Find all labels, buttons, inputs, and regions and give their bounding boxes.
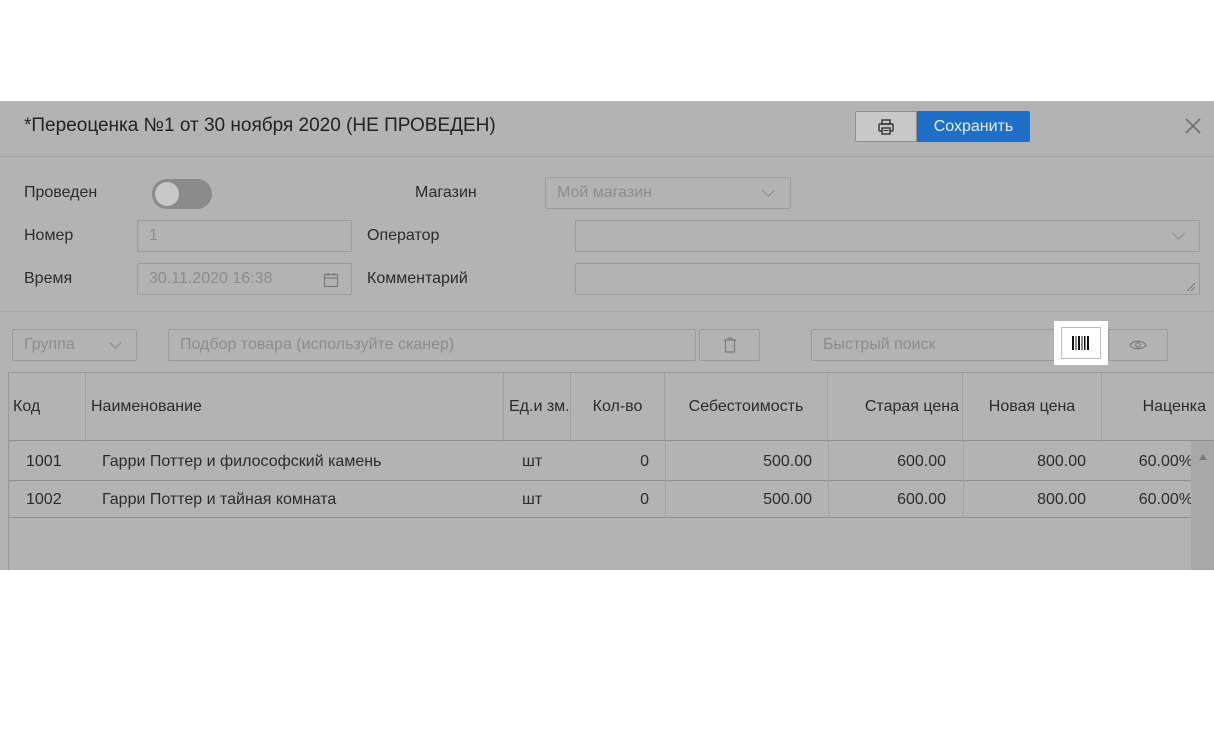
toggle-knob <box>155 182 179 206</box>
calendar-icon[interactable] <box>323 272 339 288</box>
operator-label: Оператор <box>367 227 440 244</box>
store-value: Мой магазин <box>557 184 652 201</box>
cell-markup: 60.00% <box>1138 453 1193 470</box>
barcode-icon <box>1072 336 1089 350</box>
cell-cost: 500.00 <box>763 453 812 470</box>
delete-button[interactable] <box>699 329 760 361</box>
column-header-cost[interactable]: Себестоимость <box>665 373 828 441</box>
chevron-down-icon <box>1172 227 1185 240</box>
dialog-title: *Переоценка №1 от 30 ноября 2020 (НЕ ПРО… <box>24 115 496 136</box>
number-label: Номер <box>24 227 74 244</box>
posted-label: Проведен <box>24 184 98 201</box>
store-label: Магазин <box>415 184 477 201</box>
column-header-qty[interactable]: Кол-во <box>571 373 665 441</box>
column-divider <box>665 441 666 518</box>
cell-qty: 0 <box>640 491 649 508</box>
view-button[interactable] <box>1108 329 1168 361</box>
column-header-unit[interactable]: Ед.и зм. <box>504 373 571 441</box>
store-select[interactable]: Мой магазин <box>545 177 791 209</box>
cell-code: 1001 <box>26 453 62 470</box>
cell-qty: 0 <box>640 453 649 470</box>
posted-toggle[interactable] <box>152 179 212 209</box>
time-value: 30.11.2020 16:38 <box>149 270 273 287</box>
comment-label: Комментарий <box>367 270 468 287</box>
trash-icon <box>723 337 736 353</box>
group-select[interactable]: Группа <box>12 329 137 361</box>
column-divider <box>963 441 964 518</box>
quick-search-placeholder: Быстрый поиск <box>823 336 936 353</box>
barcode-button-frame <box>1061 327 1101 359</box>
column-header-old-price[interactable]: Старая цена <box>828 373 963 441</box>
cell-cost: 500.00 <box>763 491 812 508</box>
cell-name: Гарри Поттер и тайная комната <box>102 491 337 508</box>
cell-unit: шт <box>522 491 543 508</box>
print-button[interactable] <box>855 111 917 142</box>
cell-markup: 60.00% <box>1138 491 1193 508</box>
table-scrollbar[interactable] <box>1191 441 1214 570</box>
group-label: Группа <box>24 336 75 353</box>
column-header-name[interactable]: Наименование <box>86 373 504 441</box>
quick-search-input[interactable]: Быстрый поиск <box>811 329 1057 361</box>
chevron-down-icon <box>762 184 775 197</box>
resize-handle-icon[interactable] <box>1186 282 1196 292</box>
comment-field[interactable] <box>575 263 1200 295</box>
eye-icon <box>1129 340 1147 350</box>
time-field[interactable]: 30.11.2020 16:38 <box>137 263 352 295</box>
cell-old-price: 600.00 <box>897 491 946 508</box>
column-header-new-price[interactable]: Новая цена <box>963 373 1102 441</box>
row-divider <box>9 517 1191 518</box>
dialog-header: *Переоценка №1 от 30 ноября 2020 (НЕ ПРО… <box>0 101 1214 157</box>
printer-icon <box>878 118 894 135</box>
items-table: Код Наименование Ед.и зм. Кол-во Себесто… <box>8 372 1214 570</box>
close-icon <box>1185 118 1201 134</box>
chevron-down-icon <box>109 336 122 349</box>
column-header-code[interactable]: Код <box>9 373 86 441</box>
cell-new-price: 800.00 <box>1037 491 1086 508</box>
column-divider <box>828 441 829 518</box>
close-button[interactable] <box>1180 113 1206 139</box>
barcode-scan-button[interactable] <box>1054 321 1108 365</box>
number-value: 1 <box>149 227 158 244</box>
scroll-up-icon[interactable] <box>1199 454 1207 460</box>
time-label: Время <box>24 270 73 287</box>
cell-new-price: 800.00 <box>1037 453 1086 470</box>
cell-name: Гарри Поттер и философский камень <box>102 453 382 470</box>
product-picker-placeholder: Подбор товара (используйте сканер) <box>180 336 455 353</box>
save-button[interactable]: Сохранить <box>917 111 1030 142</box>
cell-old-price: 600.00 <box>897 453 946 470</box>
cell-unit: шт <box>522 453 543 470</box>
cell-code: 1002 <box>26 491 62 508</box>
product-picker-input[interactable]: Подбор товара (используйте сканер) <box>168 329 696 361</box>
form-divider <box>0 311 1214 312</box>
revaluation-dialog: *Переоценка №1 от 30 ноября 2020 (НЕ ПРО… <box>0 101 1214 570</box>
operator-select[interactable] <box>575 220 1200 252</box>
number-field[interactable]: 1 <box>137 220 352 252</box>
column-header-markup[interactable]: Наценка <box>1102 373 1214 441</box>
